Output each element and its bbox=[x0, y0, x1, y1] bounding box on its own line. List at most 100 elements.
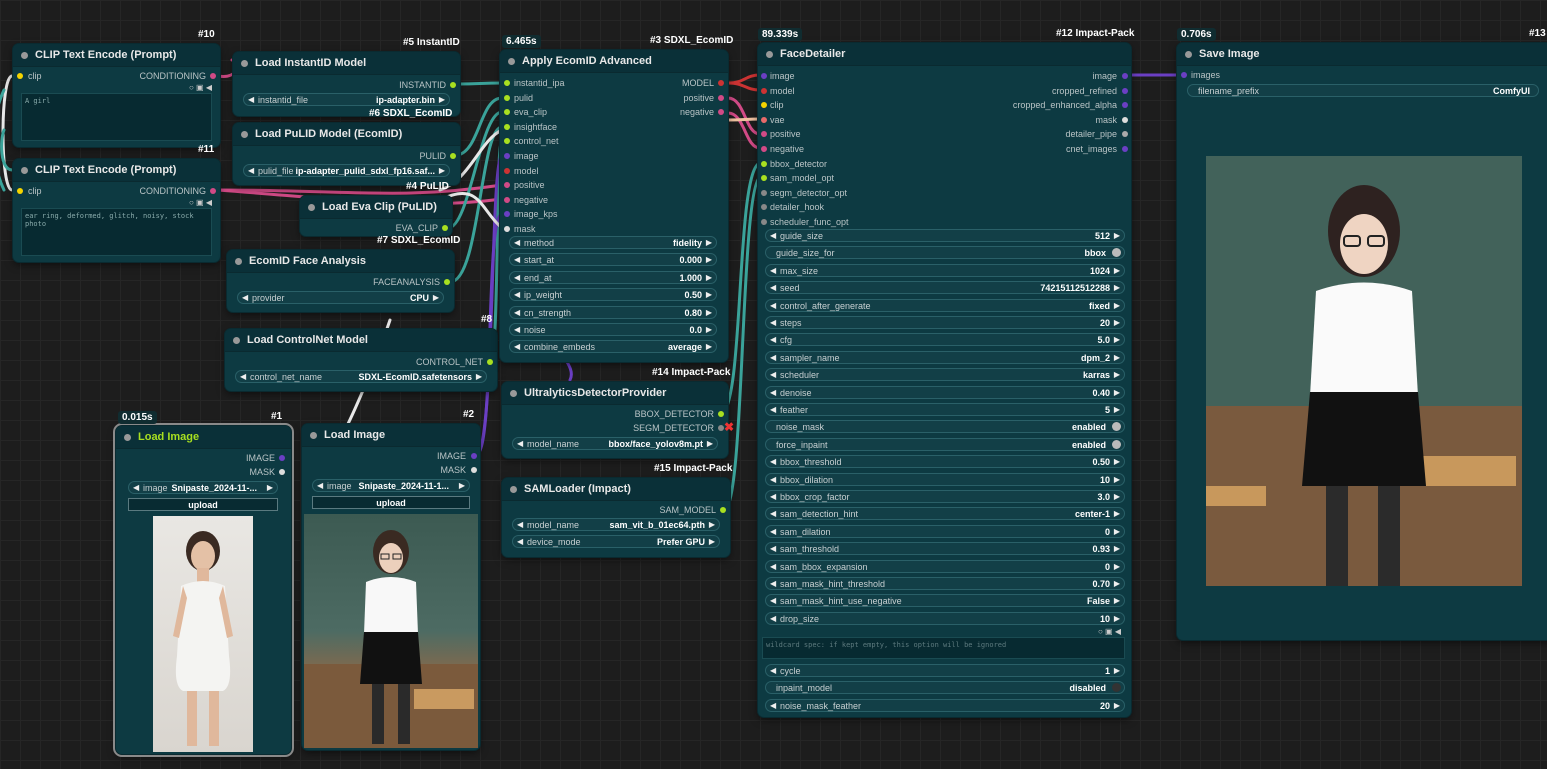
collapse-dot[interactable] bbox=[233, 337, 240, 344]
collapse-dot[interactable] bbox=[21, 167, 28, 174]
next-arrow-icon[interactable]: ▶ bbox=[1114, 335, 1120, 344]
output-socket[interactable] bbox=[471, 467, 477, 473]
input-socket[interactable] bbox=[761, 73, 767, 79]
max-size-widget[interactable]: ◀ max_size 1024 ▶ bbox=[765, 263, 1125, 277]
next-arrow-icon[interactable]: ▶ bbox=[1114, 353, 1120, 362]
prev-arrow-icon[interactable]: ◀ bbox=[770, 492, 776, 501]
input-socket[interactable] bbox=[761, 87, 767, 94]
prev-arrow-icon[interactable]: ◀ bbox=[770, 301, 776, 310]
prev-arrow-icon[interactable]: ◀ bbox=[770, 562, 776, 571]
prev-arrow-icon[interactable]: ◀ bbox=[770, 544, 776, 553]
prev-arrow-icon[interactable]: ◀ bbox=[770, 335, 776, 344]
load-eva-clip-node[interactable]: #4 PuLID Load Eva Clip (PuLID) EVA_CLIP bbox=[300, 181, 452, 236]
output-socket[interactable] bbox=[1122, 87, 1128, 94]
toggle-knob-icon[interactable] bbox=[1112, 683, 1121, 693]
instantid-file-combo[interactable]: ◀ instantid_file ip-adapter.bin ▶ bbox=[243, 93, 450, 106]
noise-widget[interactable]: ◀ noise 0.0 ▶ bbox=[509, 323, 717, 336]
next-arrow-icon[interactable]: ▶ bbox=[709, 537, 715, 546]
drop-size-widget[interactable]: ◀ drop_size 10 ▶ bbox=[765, 611, 1125, 625]
filename-prefix-input[interactable]: filename_prefix ComfyUI bbox=[1187, 84, 1539, 97]
feather-widget[interactable]: ◀ feather 5 ▶ bbox=[765, 403, 1125, 416]
prev-arrow-icon[interactable]: ◀ bbox=[770, 457, 776, 466]
next-arrow-icon[interactable]: ▶ bbox=[459, 481, 465, 490]
output-socket[interactable] bbox=[718, 94, 724, 101]
next-arrow-icon[interactable]: ▶ bbox=[706, 342, 712, 351]
ultralytics-detector-provider-node[interactable]: #14 Impact-Pack UltralyticsDetectorProvi… bbox=[502, 367, 734, 458]
next-arrow-icon[interactable]: ▶ bbox=[1114, 266, 1120, 275]
wildcard-textarea[interactable]: wildcard spec: if kept empty, this optio… bbox=[762, 637, 1125, 659]
prev-arrow-icon[interactable]: ◀ bbox=[770, 405, 776, 414]
next-arrow-icon[interactable]: ▶ bbox=[1114, 370, 1120, 379]
next-arrow-icon[interactable]: ▶ bbox=[1114, 283, 1120, 292]
output-socket[interactable] bbox=[444, 279, 450, 285]
prev-arrow-icon[interactable]: ◀ bbox=[770, 231, 776, 240]
prev-arrow-icon[interactable]: ◀ bbox=[770, 596, 776, 605]
prev-arrow-icon[interactable]: ◀ bbox=[248, 166, 254, 175]
next-arrow-icon[interactable]: ▶ bbox=[1114, 509, 1120, 518]
cfg-widget[interactable]: ◀ cfg 5.0 ▶ bbox=[765, 333, 1125, 347]
next-arrow-icon[interactable]: ▶ bbox=[1114, 596, 1120, 605]
output-socket[interactable] bbox=[720, 507, 726, 513]
output-socket[interactable] bbox=[279, 469, 285, 475]
output-socket[interactable] bbox=[471, 453, 477, 459]
collapse-dot[interactable] bbox=[308, 204, 315, 211]
next-arrow-icon[interactable]: ▶ bbox=[706, 238, 712, 247]
output-socket[interactable] bbox=[487, 359, 493, 365]
collapse-dot[interactable] bbox=[124, 434, 131, 441]
output-socket[interactable] bbox=[210, 73, 216, 79]
sam-dilation-widget[interactable]: ◀ sam_dilation 0 ▶ bbox=[765, 524, 1125, 538]
bbox-dilation-widget[interactable]: ◀ bbox_dilation 10 ▶ bbox=[765, 472, 1125, 486]
output-socket[interactable] bbox=[450, 82, 456, 88]
force-inpaint-toggle[interactable]: force_inpaint enabled bbox=[765, 437, 1125, 451]
input-socket[interactable] bbox=[761, 175, 767, 182]
output-socket[interactable] bbox=[1122, 73, 1128, 79]
next-arrow-icon[interactable]: ▶ bbox=[1114, 579, 1120, 588]
denoise-widget[interactable]: ◀ denoise 0.40 ▶ bbox=[765, 385, 1125, 399]
next-arrow-icon[interactable]: ▶ bbox=[1114, 544, 1120, 553]
bbox-crop-factor-widget[interactable]: ◀ bbox_crop_factor 3.0 ▶ bbox=[765, 490, 1125, 503]
control-after-generate-widget[interactable]: ◀ control_after_generate fixed ▶ bbox=[765, 298, 1125, 312]
input-socket[interactable] bbox=[761, 160, 767, 167]
image-combo[interactable]: ◀ image Snipaste_2024-11-1... ▶ bbox=[312, 479, 470, 492]
next-arrow-icon[interactable]: ▶ bbox=[1114, 614, 1120, 623]
collapse-dot[interactable] bbox=[508, 58, 515, 65]
collapse-dot[interactable] bbox=[510, 390, 517, 397]
next-arrow-icon[interactable]: ▶ bbox=[1114, 701, 1120, 710]
ip-weight-widget[interactable]: ◀ ip_weight 0.50 ▶ bbox=[509, 288, 717, 302]
next-arrow-icon[interactable]: ▶ bbox=[1114, 457, 1120, 466]
output-socket[interactable] bbox=[279, 455, 285, 461]
input-socket[interactable] bbox=[504, 182, 510, 189]
next-arrow-icon[interactable]: ▶ bbox=[1114, 405, 1120, 414]
next-arrow-icon[interactable]: ▶ bbox=[1114, 301, 1120, 310]
next-arrow-icon[interactable]: ▶ bbox=[267, 483, 273, 492]
prev-arrow-icon[interactable]: ◀ bbox=[770, 527, 776, 536]
prev-arrow-icon[interactable]: ◀ bbox=[517, 439, 523, 448]
prev-arrow-icon[interactable]: ◀ bbox=[770, 370, 776, 379]
collapse-dot[interactable] bbox=[21, 52, 28, 59]
next-arrow-icon[interactable]: ▶ bbox=[1114, 475, 1120, 484]
prev-arrow-icon[interactable]: ◀ bbox=[770, 509, 776, 518]
load-instantid-model-node[interactable]: #5 InstantID Load InstantID Model INSTAN… bbox=[233, 37, 460, 116]
prev-arrow-icon[interactable]: ◀ bbox=[248, 95, 254, 104]
seed-widget[interactable]: ◀ seed 74215112512288 ▶ bbox=[765, 281, 1125, 295]
input-socket[interactable] bbox=[504, 80, 510, 86]
prev-arrow-icon[interactable]: ◀ bbox=[514, 325, 520, 334]
cn-strength-widget[interactable]: ◀ cn_strength 0.80 ▶ bbox=[509, 305, 717, 319]
collapse-dot[interactable] bbox=[510, 486, 517, 493]
collapse-dot[interactable] bbox=[241, 60, 248, 67]
input-socket[interactable] bbox=[761, 219, 767, 225]
apply-ecomid-advanced-node[interactable]: 6.465s #3 SDXL_EcomID Apply EcomID Advan… bbox=[500, 35, 733, 362]
input-socket[interactable] bbox=[17, 73, 23, 79]
model-name-combo[interactable]: ◀ model_name bbox/face_yolov8m.pt ▶ bbox=[512, 437, 718, 450]
output-socket[interactable] bbox=[718, 411, 724, 417]
next-arrow-icon[interactable]: ▶ bbox=[1114, 492, 1120, 501]
next-arrow-icon[interactable]: ▶ bbox=[1114, 318, 1120, 327]
prev-arrow-icon[interactable]: ◀ bbox=[514, 342, 520, 351]
prev-arrow-icon[interactable]: ◀ bbox=[240, 372, 246, 381]
node-controls[interactable]: ○ ▣ ◀ bbox=[189, 198, 212, 207]
next-arrow-icon[interactable]: ▶ bbox=[1114, 388, 1120, 397]
collapse-dot[interactable] bbox=[1185, 51, 1192, 58]
output-socket[interactable] bbox=[1122, 146, 1128, 152]
scheduler-widget[interactable]: ◀ scheduler karras ▶ bbox=[765, 368, 1125, 382]
prev-arrow-icon[interactable]: ◀ bbox=[770, 353, 776, 362]
